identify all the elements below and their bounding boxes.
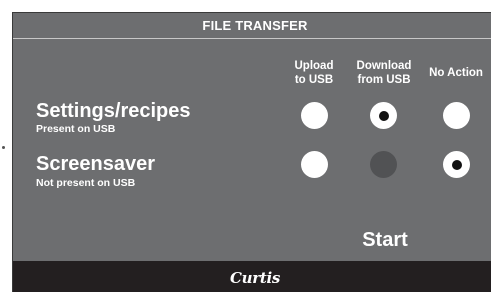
radio-screensaver-upload[interactable] <box>301 151 328 178</box>
column-header-upload-line1: Upload <box>294 60 334 72</box>
column-header-no-action: No Action <box>423 66 489 80</box>
radio-dot <box>378 110 389 121</box>
start-button[interactable]: Start <box>353 227 417 253</box>
footer-bar: Curtis <box>13 261 491 292</box>
radio-screensaver-download <box>370 151 397 178</box>
radio-screensaver-no-action[interactable] <box>443 151 470 178</box>
row-title-screensaver: Screensaver <box>36 153 155 175</box>
column-header-download-line2: from USB <box>357 74 411 86</box>
column-header-upload-line2: to USB <box>294 74 334 86</box>
title-bar: FILE TRANSFER <box>13 13 491 39</box>
edge-marker <box>2 146 5 149</box>
row-subtitle-screensaver: Not present on USB <box>36 177 136 189</box>
radio-settings-upload[interactable] <box>301 102 328 129</box>
row-subtitle-settings-recipes: Present on USB <box>36 123 116 135</box>
column-header-download-line1: Download <box>356 60 412 72</box>
radio-settings-no-action[interactable] <box>443 102 470 129</box>
column-header-upload: Upload to USB <box>283 59 345 87</box>
curtis-logo: Curtis <box>229 269 281 287</box>
radio-settings-download[interactable] <box>370 102 397 129</box>
page-title: FILE TRANSFER <box>202 18 308 33</box>
file-transfer-screen: FILE TRANSFER Upload to USB Download fro… <box>12 12 491 292</box>
radio-dot <box>451 159 462 170</box>
column-header-download: Download from USB <box>349 59 419 87</box>
row-title-settings-recipes: Settings/recipes <box>36 100 191 122</box>
column-header-no-action-line1: No Action <box>429 67 483 79</box>
